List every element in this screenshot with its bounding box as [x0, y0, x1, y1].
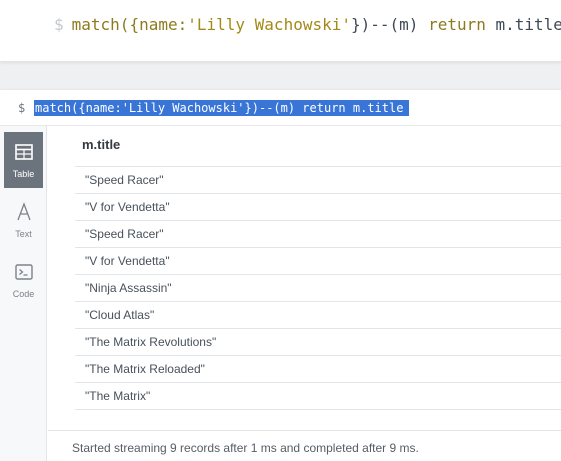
- table-cell: "Speed Racer": [85, 173, 164, 187]
- query-editor[interactable]: $ match({name:'Lilly Wachowski'})--(m) re…: [0, 0, 561, 62]
- query-pattern-token: })--(m): [351, 15, 429, 34]
- view-table-button[interactable]: Table: [4, 132, 43, 188]
- editor-prompt: $: [54, 15, 64, 34]
- table-row: "V for Vendetta": [75, 193, 561, 220]
- table-cell: "Ninja Assassin": [85, 281, 172, 295]
- view-switcher: Table Text Code: [0, 126, 47, 461]
- view-text-label: Text: [15, 229, 32, 239]
- table-cell: "Speed Racer": [85, 227, 164, 241]
- table-row: "Speed Racer": [75, 220, 561, 247]
- column-header: m.title: [82, 137, 121, 152]
- view-code-button[interactable]: Code: [4, 252, 43, 308]
- query-string-token: 'Lilly Wachowski': [187, 15, 351, 34]
- table-cell: "V for Vendetta": [85, 254, 170, 268]
- code-icon: [15, 264, 33, 280]
- view-table-label: Table: [12, 169, 35, 179]
- status-message: Started streaming 9 records after 1 ms a…: [72, 441, 419, 455]
- query-return-token: return: [428, 15, 486, 34]
- view-text-button[interactable]: Text: [4, 192, 43, 248]
- status-bar: Started streaming 9 records after 1 ms a…: [48, 430, 561, 461]
- table-cell: "Cloud Atlas": [85, 308, 155, 322]
- table-row: "The Matrix Revolutions": [75, 328, 561, 355]
- result-table: m.title "Speed Racer" "V for Vendetta" "…: [48, 126, 561, 461]
- table-row: "The Matrix": [75, 382, 561, 409]
- table-icon: [15, 144, 33, 160]
- table-cell: "The Matrix Reloaded": [85, 362, 205, 376]
- table-row: "Speed Racer": [75, 166, 561, 193]
- frame-header: $ match({name:'Lilly Wachowski'})--(m) r…: [0, 90, 561, 126]
- table-cell: "The Matrix Revolutions": [85, 335, 217, 349]
- table-row: "Cloud Atlas": [75, 301, 561, 328]
- table-cell: "V for Vendetta": [85, 200, 170, 214]
- table-row: "V for Vendetta": [75, 247, 561, 274]
- table-cell: "The Matrix": [85, 389, 151, 403]
- text-icon: [17, 202, 31, 221]
- table-row: "Ninja Assassin": [75, 274, 561, 301]
- query-match-token: match({name:: [71, 15, 188, 34]
- query-projection-token: m.title: [485, 15, 561, 34]
- view-code-label: Code: [12, 289, 35, 299]
- frame-prompt: $: [18, 101, 26, 115]
- frame-query-selected[interactable]: match({name:'Lilly Wachowski'})--(m) ret…: [34, 100, 410, 116]
- table-bottom-border: [75, 409, 561, 410]
- table-row: "The Matrix Reloaded": [75, 355, 561, 382]
- editor-query[interactable]: $ match({name:'Lilly Wachowski'})--(m) re…: [54, 15, 561, 34]
- result-frame: $ match({name:'Lilly Wachowski'})--(m) r…: [0, 90, 561, 461]
